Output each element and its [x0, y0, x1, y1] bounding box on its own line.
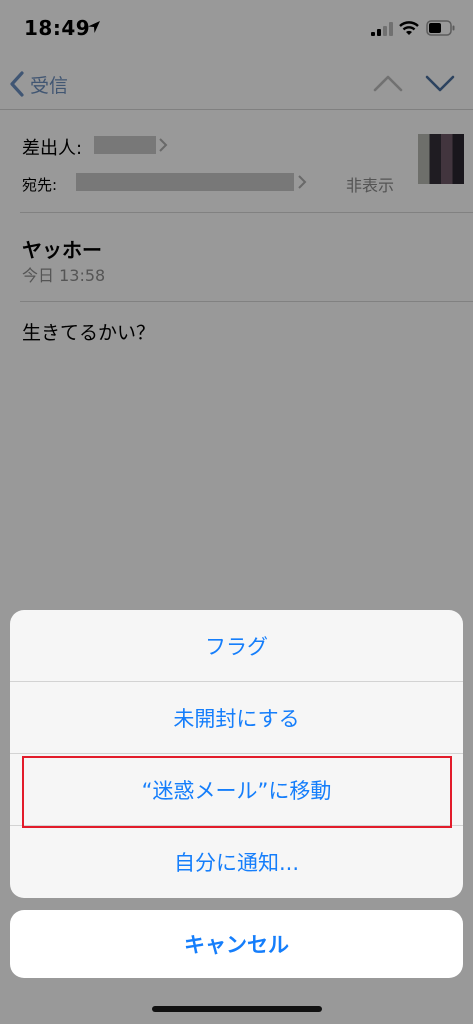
- highlight-annotation: [22, 756, 452, 828]
- action-sheet: フラグ 未開封にする “迷惑メール”に移動 自分に通知...: [10, 610, 463, 898]
- notify-me-action[interactable]: 自分に通知...: [10, 826, 463, 898]
- flag-action[interactable]: フラグ: [10, 610, 463, 682]
- mark-unread-action[interactable]: 未開封にする: [10, 682, 463, 754]
- home-indicator[interactable]: [152, 1006, 322, 1012]
- mail-screen: 18:49 受信 差出人: 宛先: 非表示 ヤッホー 今日 13:58 生きてる…: [0, 0, 473, 1024]
- cancel-button[interactable]: キャンセル: [10, 910, 463, 978]
